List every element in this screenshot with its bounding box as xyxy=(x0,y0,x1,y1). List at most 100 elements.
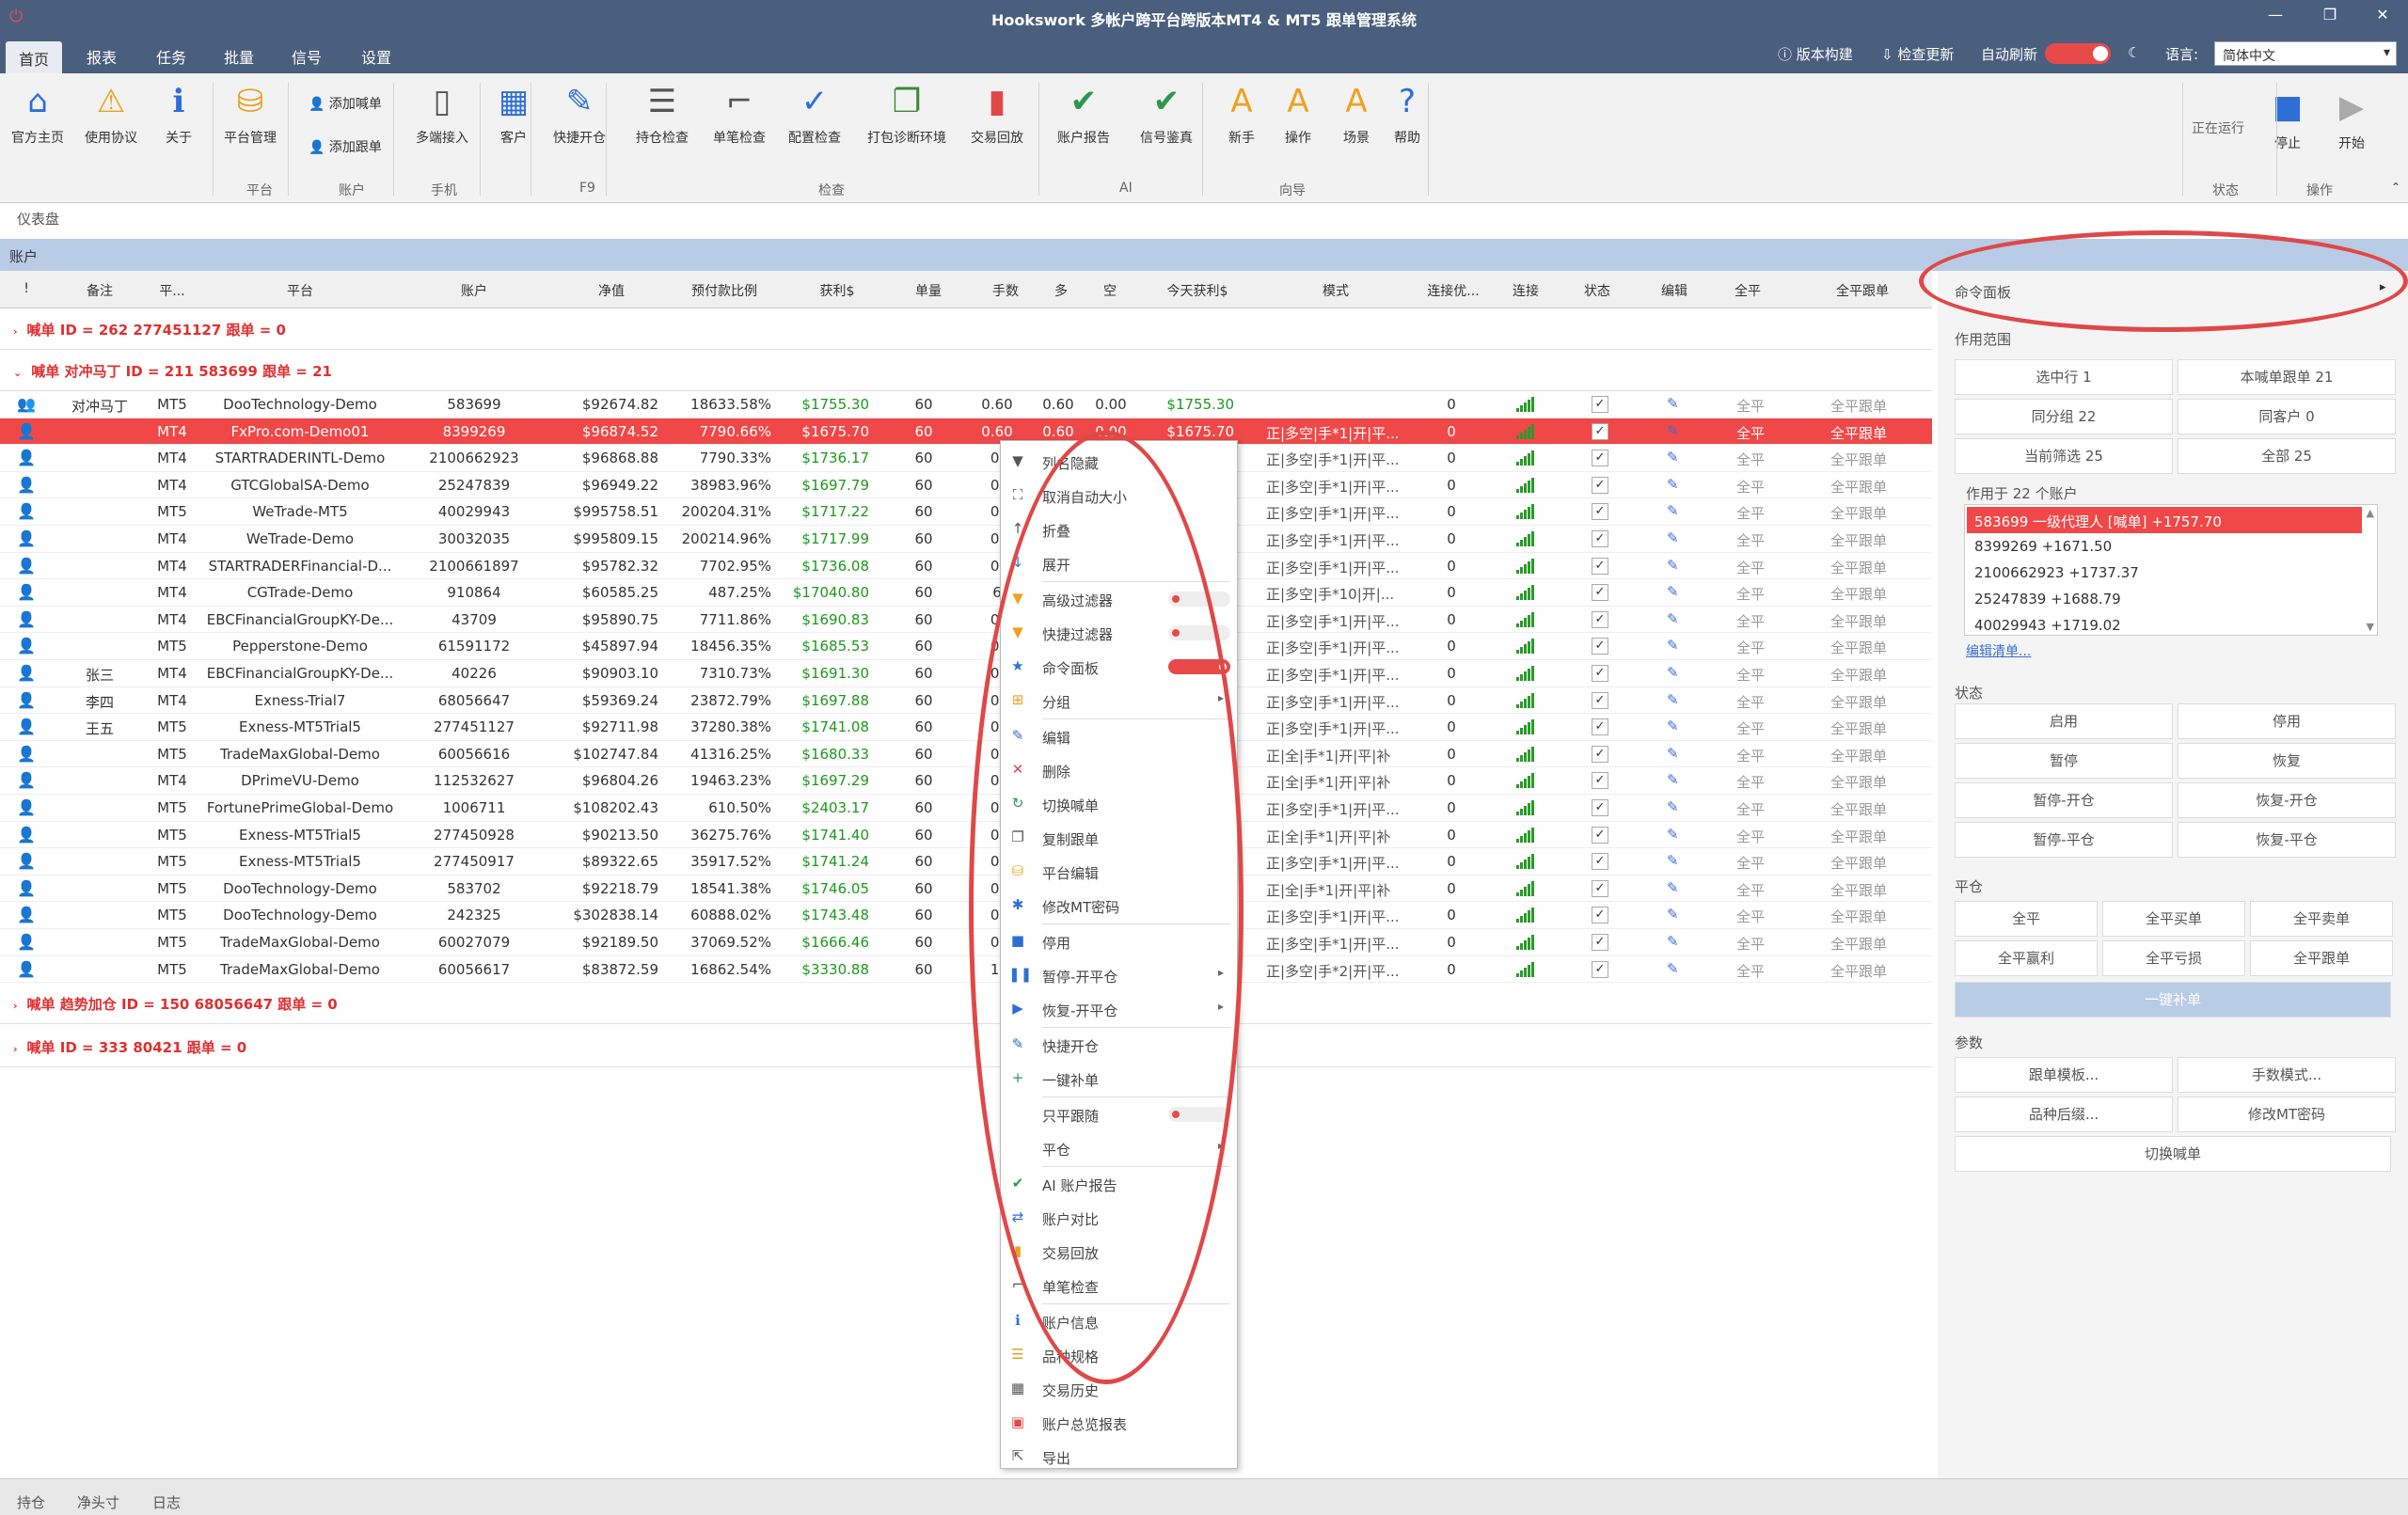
collapse-ribbon-icon[interactable]: ⌃ xyxy=(2391,181,2400,194)
close-all-link[interactable]: 全平 xyxy=(1736,530,1765,550)
status-checkbox[interactable]: ✓ xyxy=(1592,665,1608,682)
edit-pencil-icon[interactable]: ✎ xyxy=(1667,718,1679,734)
table-row[interactable]: 👤 王五 MT5 Exness-MT5Trial5 277451127 $92711.98… xyxy=(0,714,1932,741)
close-follow-link[interactable]: 全平跟单 xyxy=(1830,423,1887,443)
scope-button[interactable]: 本喊单跟单 21 xyxy=(2178,359,2396,395)
edit-pencil-icon[interactable]: ✎ xyxy=(1667,449,1679,466)
menu-item[interactable]: ❚❚ 暂停-开平仓 ▸ xyxy=(1001,958,1237,992)
menu-item[interactable]: ↑ 折叠 xyxy=(1001,513,1237,546)
column-header[interactable]: 今天获利$ xyxy=(1146,281,1249,300)
ribbon-button-0[interactable]: ⌂ 官方主页 xyxy=(11,81,64,147)
close-follow-link[interactable]: 全平跟单 xyxy=(1830,503,1887,523)
menu-item[interactable]: ✔ AI 账户报告 xyxy=(1001,1167,1237,1201)
tab-tasks[interactable]: 任务 xyxy=(156,45,186,68)
menu-item[interactable]: ■ 停用 xyxy=(1001,924,1237,958)
language-select[interactable]: 简体中文 ▾ xyxy=(2214,41,2397,66)
close-all-link[interactable]: 全平 xyxy=(1736,665,1765,685)
status-action-button[interactable]: 暂停-平仓 xyxy=(1955,822,2173,858)
close-follow-link[interactable]: 全平跟单 xyxy=(1830,827,1887,846)
edit-list-link[interactable]: 编辑清单... xyxy=(1966,641,2031,660)
edit-pencil-icon[interactable]: ✎ xyxy=(1667,502,1679,519)
edit-pencil-icon[interactable]: ✎ xyxy=(1667,529,1679,546)
status-checkbox[interactable]: ✓ xyxy=(1592,557,1608,575)
master-group-row[interactable]: › 喊单 趋势加仓 ID = 150 68056647 跟单 = 0 xyxy=(0,983,1932,1025)
menu-item[interactable]: + 一键补单 xyxy=(1001,1062,1237,1096)
one-click-fill-button[interactable]: 一键补单 xyxy=(1955,982,2391,1018)
status-checkbox[interactable]: ✓ xyxy=(1592,879,1608,897)
table-row[interactable]: 👤 MT5 TradeMaxGlobal-Demo 60056617 $83872.59… xyxy=(0,956,1932,984)
ribbon-button-8[interactable]: ⌐ 单笔检查 xyxy=(713,81,766,147)
column-header[interactable]: 连接 xyxy=(1499,281,1552,300)
status-checkbox[interactable]: ✓ xyxy=(1592,503,1608,521)
menu-item[interactable]: 只平跟随 xyxy=(1001,1097,1237,1131)
close-follow-link[interactable]: 全平跟单 xyxy=(1830,611,1887,631)
tab-net-position[interactable]: 净头寸 xyxy=(77,1492,119,1512)
ribbon-button-2[interactable]: ℹ 关于 xyxy=(158,81,199,147)
menu-item[interactable]: ⇄ 账户对比 xyxy=(1001,1201,1237,1235)
status-action-button[interactable]: 恢复-开仓 xyxy=(2178,782,2396,818)
status-action-button[interactable]: 启用 xyxy=(1955,703,2173,739)
scroll-down-icon[interactable]: ▼ xyxy=(2367,621,2374,633)
menu-item[interactable]: ℹ 账户信息 xyxy=(1001,1304,1237,1338)
menu-toggle[interactable] xyxy=(1168,1107,1230,1122)
menu-item[interactable]: ▼ 列名隐藏 xyxy=(1001,445,1237,479)
column-header[interactable]: 手数 xyxy=(973,281,1038,300)
tab-log[interactable]: 日志 xyxy=(152,1492,181,1512)
edit-pencil-icon[interactable]: ✎ xyxy=(1667,691,1679,708)
tab-reports[interactable]: 报表 xyxy=(87,45,117,68)
close-all-link[interactable]: 全平 xyxy=(1736,907,1765,926)
edit-pencil-icon[interactable]: ✎ xyxy=(1667,933,1679,950)
close-follow-link[interactable]: 全平跟单 xyxy=(1830,530,1887,550)
scope-button[interactable]: 同客户 0 xyxy=(2178,399,2396,434)
edit-pencil-icon[interactable]: ✎ xyxy=(1667,798,1679,815)
auto-refresh-toggle[interactable] xyxy=(2045,43,2111,64)
ribbon-button-5[interactable]: ▦ 客户 xyxy=(493,81,534,147)
column-header[interactable]: 全平跟单 xyxy=(1787,281,1938,300)
master-group-row[interactable]: › 喊单 ID = 333 80421 跟单 = 0 xyxy=(0,1026,1932,1068)
menu-item[interactable]: 平仓 ▸ xyxy=(1001,1131,1237,1165)
close-all-link[interactable]: 全平 xyxy=(1736,718,1765,738)
status-checkbox[interactable]: ✓ xyxy=(1592,826,1608,844)
status-checkbox[interactable]: ✓ xyxy=(1592,638,1608,655)
status-action-button[interactable]: 恢复 xyxy=(2178,743,2396,779)
table-row[interactable]: 👤 MT5 TradeMaxGlobal-Demo 60056616 $102747.8… xyxy=(0,741,1932,768)
close-follow-link[interactable]: 全平跟单 xyxy=(1830,692,1887,712)
menu-item[interactable]: ❐ 复制跟单 xyxy=(1001,821,1237,855)
menu-item[interactable]: ⛶ 取消自动大小 xyxy=(1001,479,1237,513)
close-all-link[interactable]: 全平 xyxy=(1736,477,1765,497)
close-follow-link[interactable]: 全平跟单 xyxy=(1830,396,1887,416)
ribbon-button-3[interactable]: ⛁ 平台管理 xyxy=(224,81,277,147)
table-row[interactable]: 👤 MT5 Exness-MT5Trial5 277450928 $90213.50 36… xyxy=(0,822,1932,849)
close-all-link[interactable]: 全平 xyxy=(1736,799,1765,819)
close-action-button[interactable]: 全平跟单 xyxy=(2250,940,2393,976)
close-all-link[interactable]: 全平 xyxy=(1736,772,1765,792)
ribbon-button-15[interactable]: A 操作 xyxy=(1277,81,1319,147)
close-follow-link[interactable]: 全平跟单 xyxy=(1830,718,1887,738)
menu-toggle[interactable] xyxy=(1168,625,1230,640)
status-action-button[interactable]: 暂停-开仓 xyxy=(1955,782,2173,818)
status-checkbox[interactable]: ✓ xyxy=(1592,610,1608,628)
close-all-link[interactable]: 全平 xyxy=(1736,450,1765,469)
edit-pencil-icon[interactable]: ✎ xyxy=(1667,960,1679,977)
table-row[interactable]: 👤 李四 MT4 Exness-Trial7 68056647 $59369.24 2387… xyxy=(0,687,1932,715)
column-header[interactable]: 状态 xyxy=(1561,281,1633,300)
close-all-link[interactable]: 全平 xyxy=(1736,934,1765,954)
close-action-button[interactable]: 全平亏损 xyxy=(2102,940,2245,976)
menu-toggle[interactable] xyxy=(1168,659,1230,674)
column-header[interactable]: 平... xyxy=(150,281,194,300)
menu-item[interactable]: ↓ 展开 xyxy=(1001,546,1237,580)
column-header[interactable]: 获利$ xyxy=(790,281,884,300)
edit-pencil-icon[interactable]: ✎ xyxy=(1667,664,1679,681)
menu-item[interactable]: ▼ 快捷过滤器 xyxy=(1001,616,1237,650)
edit-pencil-icon[interactable]: ✎ xyxy=(1667,745,1679,762)
param-button[interactable]: 切换喊单 xyxy=(1955,1136,2391,1172)
edit-pencil-icon[interactable]: ✎ xyxy=(1667,879,1679,896)
minimize-button[interactable]: — xyxy=(2261,6,2289,24)
ribbon-button-10[interactable]: ❐ 打包诊断环境 xyxy=(867,81,946,147)
edit-pencil-icon[interactable]: ✎ xyxy=(1667,583,1679,600)
edit-pencil-icon[interactable]: ✎ xyxy=(1667,476,1679,493)
close-all-link[interactable]: 全平 xyxy=(1736,503,1765,523)
scroll-up-icon[interactable]: ▲ xyxy=(2367,507,2374,519)
table-row[interactable]: 👤 MT4 FxPro.com-Demo01 8399269 $96874.52 7790… xyxy=(0,418,1932,446)
edit-pencil-icon[interactable]: ✎ xyxy=(1667,395,1679,412)
